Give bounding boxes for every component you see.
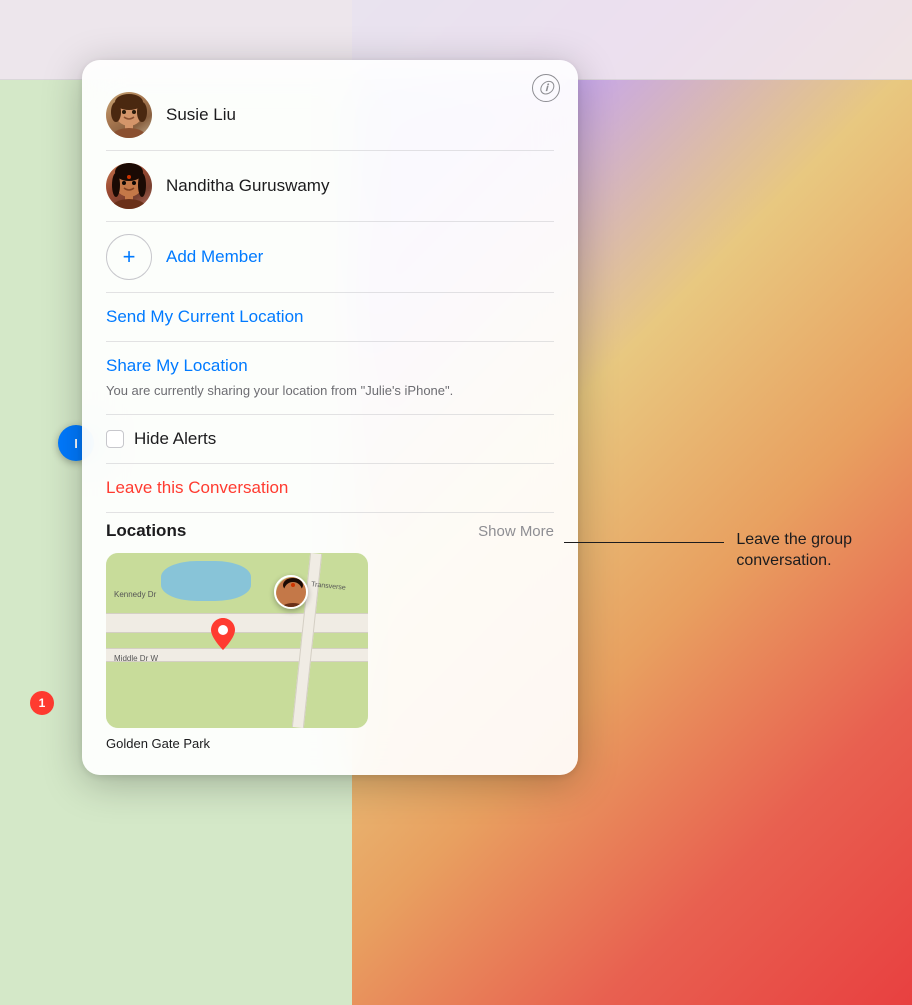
send-location-link[interactable]: Send My Current Location	[106, 307, 554, 327]
water-feature	[161, 561, 251, 601]
locations-section: Locations Show More Kennedy Dr Middle D	[106, 521, 554, 751]
road-horizontal-1	[106, 613, 368, 633]
show-more-button[interactable]: Show More	[478, 523, 554, 540]
divider-6	[106, 463, 554, 464]
add-member-row[interactable]: + Add Member	[106, 222, 554, 292]
locations-title: Locations	[106, 521, 186, 541]
locations-header: Locations Show More	[106, 521, 554, 541]
mini-map[interactable]: Kennedy Dr Middle Dr W Transverse	[106, 553, 368, 728]
divider-3	[106, 292, 554, 293]
location-panel: ⓘ	[82, 60, 578, 775]
member-row-nanditha[interactable]: Nanditha Guruswamy	[106, 151, 554, 221]
divider-7	[106, 512, 554, 513]
map-notification-badge: 1	[30, 691, 54, 715]
callout-annotation: Leave the group conversation.	[564, 530, 852, 572]
hide-alerts-label: Hide Alerts	[134, 429, 216, 449]
leave-conversation-link[interactable]: Leave this Conversation	[106, 478, 288, 497]
susie-avatar-svg	[106, 92, 152, 138]
info-icon[interactable]: ⓘ	[532, 74, 560, 102]
send-location-row[interactable]: Send My Current Location	[106, 293, 554, 341]
info-icon-wrapper: ⓘ	[532, 74, 560, 102]
map-caption: Golden Gate Park	[106, 736, 554, 751]
member-name-susie: Susie Liu	[166, 105, 236, 125]
avatar-susie	[106, 92, 152, 138]
panel-inner: Susie Liu	[82, 60, 578, 775]
member-name-nanditha: Nanditha Guruswamy	[166, 176, 329, 196]
share-location-row[interactable]: Share My Location You are currently shar…	[106, 342, 554, 414]
road-label-middle: Middle Dr W	[114, 654, 158, 663]
road-label-kennedy: Kennedy Dr	[114, 590, 156, 599]
divider-1	[106, 150, 554, 151]
sharing-description: You are currently sharing your location …	[106, 382, 554, 400]
add-member-icon: +	[106, 234, 152, 280]
leave-conversation-row[interactable]: Leave this Conversation	[106, 464, 554, 512]
divider-4	[106, 341, 554, 342]
hide-alerts-row[interactable]: Hide Alerts	[106, 415, 554, 463]
callout-line	[564, 542, 724, 543]
divider-2	[106, 221, 554, 222]
member-row-susie[interactable]: Susie Liu	[106, 80, 554, 150]
pin-svg	[211, 618, 235, 650]
person-avatar-on-map	[274, 575, 308, 609]
location-pin	[211, 618, 235, 655]
callout-text-box: Leave the group conversation.	[736, 530, 852, 572]
location-btn-label: I	[74, 436, 78, 451]
callout-text-line2: conversation.	[736, 551, 852, 572]
mini-map-background: Kennedy Dr Middle Dr W Transverse	[106, 553, 368, 728]
hide-alerts-checkbox[interactable]	[106, 430, 124, 448]
add-member-label: Add Member	[166, 247, 263, 267]
divider-5	[106, 414, 554, 415]
callout-text-line1: Leave the group	[736, 530, 852, 551]
share-location-link[interactable]: Share My Location	[106, 356, 554, 376]
plus-icon: +	[123, 246, 136, 268]
avatar-nanditha	[106, 163, 152, 209]
members-section: Susie Liu	[106, 80, 554, 292]
nanditha-avatar-svg	[106, 163, 152, 209]
